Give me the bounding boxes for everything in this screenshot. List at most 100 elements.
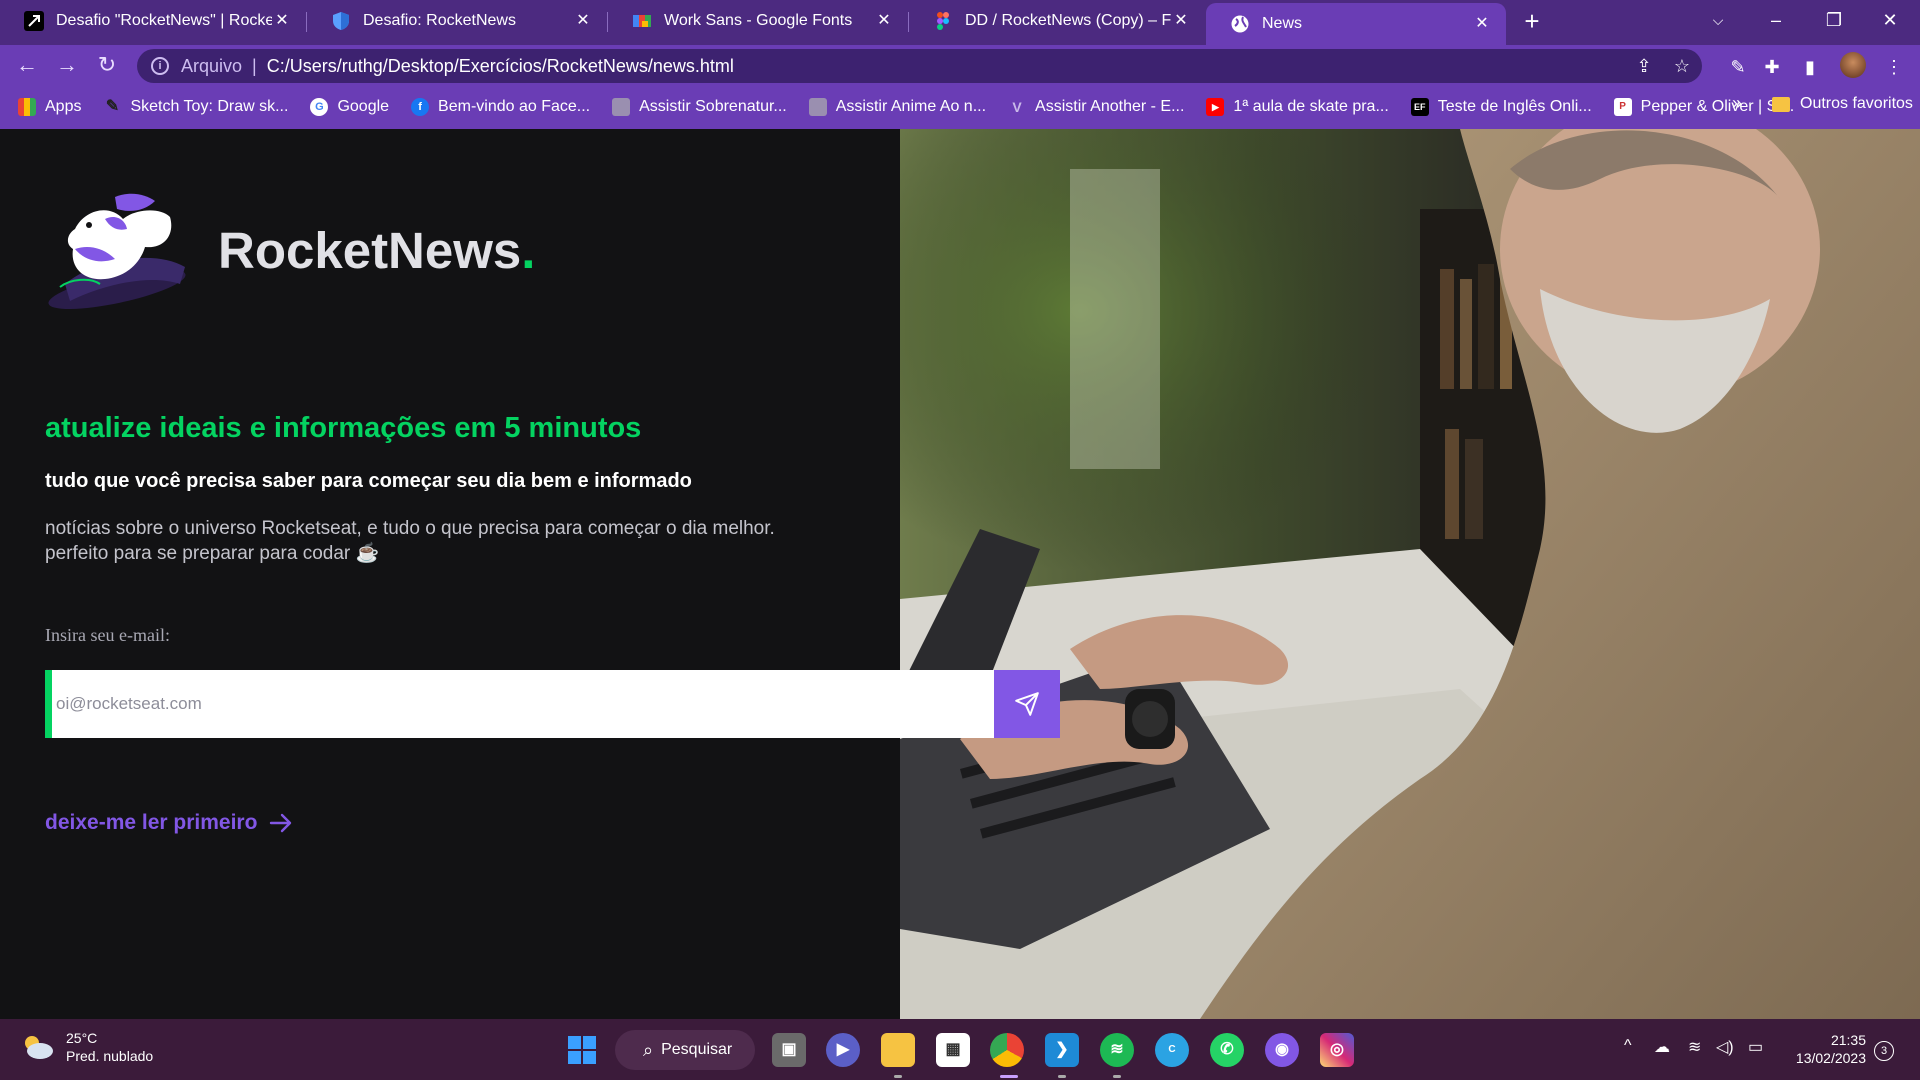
address-url-text: C:/Users/ruthg/Desktop/Exercícios/Rocket… xyxy=(266,55,734,76)
brand-dot: . xyxy=(521,222,536,279)
bookmarks-overflow-button[interactable]: » xyxy=(1732,93,1742,114)
tab-title: Work Sans - Google Fonts xyxy=(664,12,853,29)
page-description: notícias sobre o universo Rocketseat, e … xyxy=(45,516,865,566)
taskbar-search[interactable]: ⌕ Pesquisar xyxy=(615,1030,755,1070)
read-first-label: deixe-me ler primeiro xyxy=(45,811,258,834)
bookmark-pepper-oliver[interactable]: P Pepper & Oliver | Si... xyxy=(1613,98,1794,116)
back-arrow-icon[interactable]: ← xyxy=(12,50,42,80)
task-view-icon[interactable]: ▣ xyxy=(772,1033,806,1067)
bookmark-ef-english[interactable]: EF Teste de Inglês Onli... xyxy=(1410,98,1592,116)
browser-toolbar: ← → ↻ i Arquivo | C:/Users/ruthg/Desktop… xyxy=(0,45,1920,85)
taskbar-search-label: Pesquisar xyxy=(661,1041,733,1058)
tab-title: News xyxy=(1262,15,1303,32)
tab-figma-rocketnews[interactable]: DD / RocketNews (Copy) – Figma ✕ xyxy=(909,0,1205,42)
profile-avatar[interactable] xyxy=(1840,52,1866,78)
file-explorer-icon[interactable] xyxy=(881,1033,915,1067)
bookmark-sobrenatural[interactable]: Assistir Sobrenatur... xyxy=(612,98,787,116)
forward-arrow-icon[interactable]: → xyxy=(52,50,82,80)
video-site-icon xyxy=(612,98,631,116)
bookmark-label: Bem-vindo ao Face... xyxy=(438,98,591,115)
info-icon[interactable]: i xyxy=(151,57,169,75)
browser-tab-strip: Desafio "RocketNews" | Rocketseat ✕ Desa… xyxy=(0,0,1920,45)
notification-badge[interactable]: 3 xyxy=(1874,1041,1894,1061)
address-scheme-label: Arquivo xyxy=(181,55,243,76)
battery-icon[interactable]: ▭ xyxy=(1748,1037,1763,1057)
volume-icon[interactable]: ◁) xyxy=(1716,1037,1734,1057)
email-input[interactable] xyxy=(52,670,1000,738)
close-window-button[interactable]: ✕ xyxy=(1862,0,1918,42)
tab-title: Desafio "RocketNews" | Rocketseat xyxy=(56,12,272,29)
email-label: Insira seu e-mail: xyxy=(45,625,170,645)
page-headline: atualize ideais e informações em 5 minut… xyxy=(45,412,642,444)
windows-taskbar: 25°C Pred. nublado ⌕ Pesquisar ▣ ▶ ▦ ❯ ≋… xyxy=(0,1019,1920,1080)
spotify-icon[interactable]: ≋ xyxy=(1100,1033,1134,1067)
bookmark-anime[interactable]: Assistir Anime Ao n... xyxy=(808,98,986,116)
show-hidden-icons-chevron[interactable]: ^ xyxy=(1624,1037,1632,1055)
github-desktop-icon[interactable]: ◉ xyxy=(1265,1033,1299,1067)
bookmark-label: Apps xyxy=(45,98,82,115)
submit-email-button[interactable] xyxy=(994,670,1060,738)
new-tab-button[interactable]: + xyxy=(1517,6,1547,36)
chrome-menu-icon[interactable]: ⋮ xyxy=(1880,53,1908,81)
tab-desafio-rocketnews[interactable]: Desafio: RocketNews ✕ xyxy=(307,0,607,42)
rocketnews-logo-illustration xyxy=(48,193,186,309)
tab-title: Desafio: RocketNews xyxy=(363,12,516,29)
bookmark-star-icon[interactable]: ☆ xyxy=(1670,54,1694,78)
vscode-icon[interactable]: ❯ xyxy=(1045,1033,1079,1067)
chrome-taskbar-icon[interactable] xyxy=(990,1033,1024,1067)
clock-date: 13/02/2023 xyxy=(1795,1050,1866,1066)
tab-news-active[interactable]: News ✕ xyxy=(1206,3,1506,45)
newsletter-form xyxy=(45,670,1060,738)
close-icon[interactable]: ✕ xyxy=(874,11,894,31)
search-icon: ⌕ xyxy=(643,1039,654,1060)
read-first-link[interactable]: deixe-me ler primeiro xyxy=(45,811,293,835)
address-bar[interactable]: i Arquivo | C:/Users/ruthg/Desktop/Exerc… xyxy=(137,49,1702,83)
bookmark-google[interactable]: G Google xyxy=(310,98,389,116)
pepper-oliver-icon: P xyxy=(1613,98,1632,116)
page-subheadline: tudo que você precisa saber para começar… xyxy=(45,470,692,492)
bookmark-label: Assistir Sobrenatur... xyxy=(639,98,787,115)
onedrive-error-icon[interactable]: ☁ xyxy=(1654,1037,1670,1057)
share-icon[interactable]: ⇪ xyxy=(1632,54,1656,78)
weather-temperature: 25°C xyxy=(66,1030,98,1046)
bookmark-facebook[interactable]: f Bem-vindo ao Face... xyxy=(411,98,590,116)
extensions-puzzle-icon[interactable]: ✚ xyxy=(1758,53,1786,81)
restore-window-button[interactable]: ❐ xyxy=(1806,0,1862,42)
figma-icon xyxy=(937,12,949,30)
windows-start-icon[interactable] xyxy=(567,1035,597,1065)
brand-title: RocketNews. xyxy=(218,221,535,280)
weather-description: Pred. nublado xyxy=(66,1048,154,1064)
close-icon[interactable]: ✕ xyxy=(1472,14,1492,34)
close-icon[interactable]: ✕ xyxy=(272,11,292,31)
side-panel-icon[interactable]: ▮ xyxy=(1796,53,1824,81)
wifi-icon[interactable]: ≋ xyxy=(1688,1037,1701,1057)
tab-work-sans-google-fonts[interactable]: Work Sans - Google Fonts ✕ xyxy=(608,0,908,42)
hero-photo xyxy=(900,129,1920,1019)
bookmark-apps[interactable]: Apps xyxy=(18,98,81,116)
arrow-right-icon xyxy=(270,813,292,833)
rocketseat-icon xyxy=(24,11,44,31)
tab-search-chevron-icon[interactable]: ⌵ xyxy=(1690,0,1746,42)
whatsapp-icon[interactable]: ✆ xyxy=(1210,1033,1244,1067)
close-icon[interactable]: ✕ xyxy=(573,11,593,31)
bookmark-sketch-toy[interactable]: ✎ Sketch Toy: Draw sk... xyxy=(103,98,289,116)
minimize-window-button[interactable]: – xyxy=(1748,0,1804,42)
close-icon[interactable]: ✕ xyxy=(1171,11,1191,31)
page-viewport: RocketNews. atualize ideais e informaçõe… xyxy=(0,129,1920,1019)
extension-pen-icon[interactable]: ✎ xyxy=(1724,53,1752,81)
microsoft-store-icon[interactable]: ▦ xyxy=(936,1033,970,1067)
other-bookmarks-label: Outros favoritos xyxy=(1800,95,1913,112)
bookmark-skate[interactable]: ▶ 1ª aula de skate pra... xyxy=(1206,98,1389,116)
shield-icon xyxy=(333,12,349,30)
weather-widget[interactable]: 25°C Pred. nublado xyxy=(20,1029,153,1065)
bookmark-label: 1ª aula de skate pra... xyxy=(1233,98,1389,115)
reload-icon[interactable]: ↻ xyxy=(92,50,122,80)
teams-chat-icon[interactable]: ▶ xyxy=(826,1033,860,1067)
canva-icon[interactable]: C xyxy=(1155,1033,1189,1067)
system-clock[interactable]: 21:35 13/02/2023 xyxy=(1790,1031,1866,1067)
folder-icon xyxy=(1772,96,1790,112)
bookmark-another[interactable]: V Assistir Another - E... xyxy=(1008,98,1184,116)
instagram-icon[interactable]: ◎ xyxy=(1320,1033,1354,1067)
other-bookmarks-folder[interactable]: Outros favoritos xyxy=(1772,95,1913,113)
tab-desafio-rocketnews-rocketseat[interactable]: Desafio "RocketNews" | Rocketseat ✕ xyxy=(0,0,306,42)
